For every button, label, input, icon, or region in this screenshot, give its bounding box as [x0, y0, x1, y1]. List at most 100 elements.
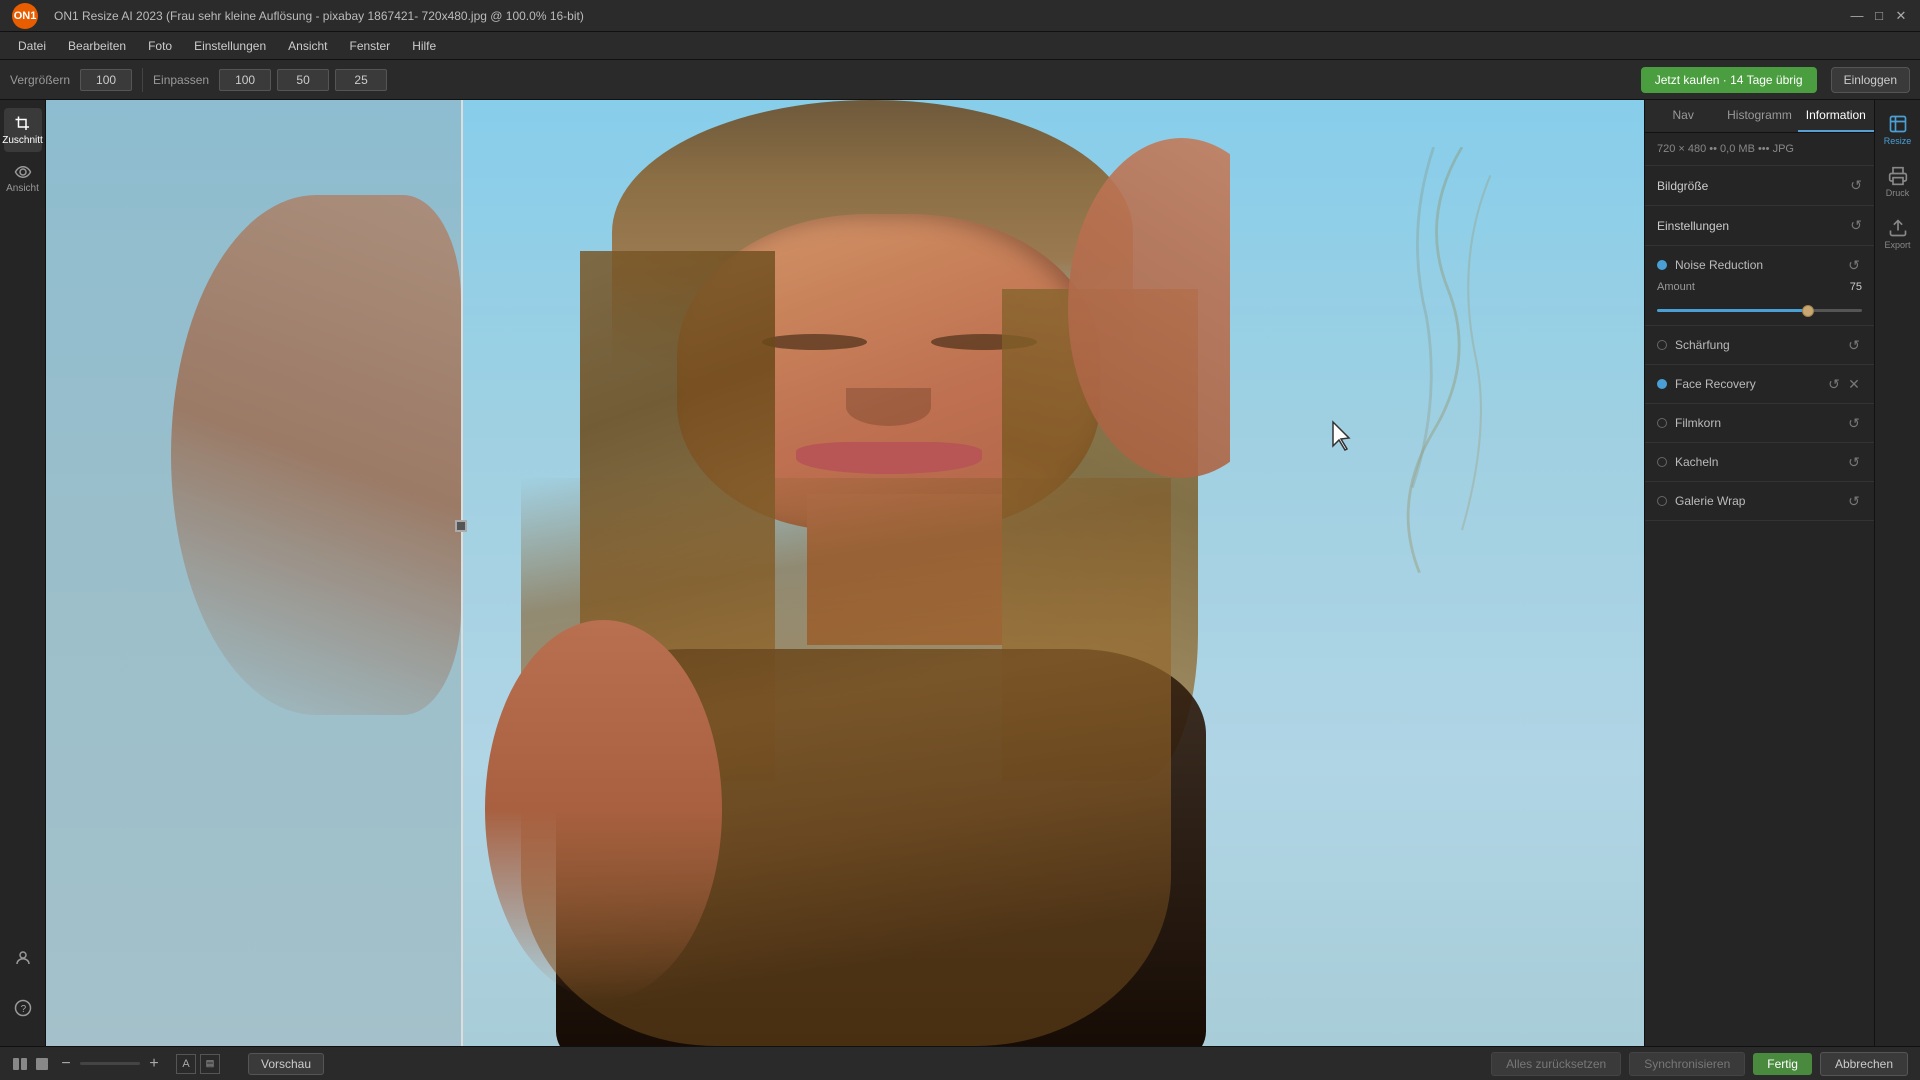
help-icon: ? — [14, 999, 32, 1017]
einpassen-label: Einpassen — [153, 73, 209, 87]
window-controls: — □ ✕ — [1850, 9, 1908, 23]
panel-tabs: Nav Histogramm Information — [1645, 100, 1874, 133]
split-handle[interactable] — [455, 520, 467, 532]
filter-row-noise: Noise Reduction ↺ — [1657, 252, 1862, 278]
face-actions: ↺ ✕ — [1826, 376, 1862, 392]
amount-row: Amount 75 — [1657, 278, 1862, 296]
login-button[interactable]: Einloggen — [1831, 67, 1910, 93]
einstellungen-reset[interactable]: ↺ — [1850, 217, 1862, 234]
noise-label: Noise Reduction — [1675, 258, 1838, 272]
filmkorn-label: Filmkorn — [1675, 416, 1838, 430]
text-icon[interactable]: A — [176, 1054, 196, 1074]
preview-button[interactable]: Vorschau — [248, 1053, 324, 1075]
galerie-label: Galerie Wrap — [1675, 494, 1838, 508]
tool-ansicht[interactable]: Ansicht — [4, 156, 42, 200]
vergrossern-input[interactable] — [80, 69, 132, 91]
filter-row-filmkorn: Filmkorn ↺ — [1657, 410, 1862, 436]
right-tool-export[interactable]: Export — [1879, 212, 1917, 256]
svg-text:?: ? — [20, 1004, 26, 1015]
slider-container — [1657, 296, 1862, 319]
toolbar-value3[interactable] — [335, 69, 387, 91]
alles-zurucksetzen-button[interactable]: Alles zurücksetzen — [1491, 1052, 1621, 1076]
einstellungen-title: Einstellungen — [1657, 219, 1729, 233]
menu-datei[interactable]: Datei — [8, 36, 56, 56]
tab-nav[interactable]: Nav — [1645, 100, 1721, 132]
right-tool-resize[interactable]: Resize — [1879, 108, 1917, 152]
zoom-indicator: − + — [56, 1055, 164, 1073]
tool-zuschnitt[interactable]: Zuschnitt — [4, 108, 42, 152]
section-face-recovery: Face Recovery ↺ ✕ — [1645, 365, 1874, 404]
help-icon-btn[interactable]: ? — [4, 986, 42, 1030]
scharfung-dot[interactable] — [1657, 340, 1667, 350]
canvas-area[interactable] — [46, 100, 1644, 1046]
main-layout: Zuschnitt Ansicht ? — [0, 100, 1920, 1046]
image-info: 720 × 480 •• 0,0 MB ••• JPG — [1645, 133, 1874, 166]
right-tool-druck[interactable]: Druck — [1879, 160, 1917, 204]
galerie-reset-btn[interactable]: ↺ — [1846, 493, 1862, 509]
nose — [846, 388, 931, 426]
close-button[interactable]: ✕ — [1894, 9, 1908, 23]
menu-einstellungen[interactable]: Einstellungen — [184, 36, 276, 56]
menu-bar: Datei Bearbeiten Foto Einstellungen Ansi… — [0, 32, 1920, 60]
section-filmkorn: Filmkorn ↺ — [1645, 404, 1874, 443]
bottom-right: Alles zurücksetzen Synchronisieren Ferti… — [1491, 1052, 1908, 1076]
section-scharfung: Schärfung ↺ — [1645, 326, 1874, 365]
title-bar: ON1 ON1 Resize AI 2023 (Frau sehr kleine… — [0, 0, 1920, 32]
menu-ansicht[interactable]: Ansicht — [278, 36, 337, 56]
toolbar-value2[interactable] — [277, 69, 329, 91]
menu-bearbeiten[interactable]: Bearbeiten — [58, 36, 136, 56]
section-kacheln: Kacheln ↺ — [1645, 443, 1874, 482]
minimize-button[interactable]: — — [1850, 9, 1864, 23]
section-galerie-wrap: Galerie Wrap ↺ — [1645, 482, 1874, 521]
abbrechen-button[interactable]: Abbrechen — [1820, 1052, 1908, 1076]
right-panel: Nav Histogramm Information 720 × 480 •• … — [1644, 100, 1874, 1046]
zoom-minus[interactable]: − — [56, 1055, 76, 1073]
filmkorn-dot[interactable] — [1657, 418, 1667, 428]
window-title: ON1 Resize AI 2023 (Frau sehr kleine Auf… — [54, 9, 584, 23]
synchronisieren-button[interactable]: Synchronisieren — [1629, 1052, 1745, 1076]
fertig-button[interactable]: Fertig — [1753, 1053, 1812, 1075]
menu-fenster[interactable]: Fenster — [340, 36, 401, 56]
galerie-actions: ↺ — [1846, 493, 1862, 509]
kacheln-reset-btn[interactable]: ↺ — [1846, 454, 1862, 470]
bildgrosse-reset[interactable]: ↺ — [1850, 177, 1862, 194]
split-view-svg — [12, 1056, 28, 1072]
split-divider[interactable] — [461, 100, 463, 1046]
bottom-center: Vorschau — [248, 1053, 324, 1075]
image-dimensions: 720 × 480 •• 0,0 MB ••• JPG — [1657, 143, 1794, 155]
bildgrosse-title: Bildgröße — [1657, 179, 1708, 193]
kacheln-dot[interactable] — [1657, 457, 1667, 467]
tab-histogramm[interactable]: Histogramm — [1721, 100, 1797, 132]
face-reset-btn[interactable]: ↺ — [1826, 376, 1842, 392]
einpassen-input[interactable] — [219, 69, 271, 91]
einstellungen-header[interactable]: Einstellungen ↺ — [1657, 212, 1862, 239]
zoom-plus[interactable]: + — [144, 1055, 164, 1073]
bildgrosse-header[interactable]: Bildgröße ↺ — [1657, 172, 1862, 199]
menu-hilfe[interactable]: Hilfe — [402, 36, 446, 56]
filmkorn-reset-btn[interactable]: ↺ — [1846, 415, 1862, 431]
galerie-dot[interactable] — [1657, 496, 1667, 506]
buy-button[interactable]: Jetzt kaufen · 14 Tage übrig — [1641, 67, 1817, 93]
right-icons-panel: Resize Druck Export — [1874, 100, 1920, 1046]
mask-icon[interactable]: ▤ — [200, 1054, 220, 1074]
tab-information[interactable]: Information — [1798, 100, 1874, 132]
user-icon-btn[interactable] — [4, 936, 42, 980]
eye-left — [762, 334, 868, 350]
noise-reset-btn[interactable]: ↺ — [1846, 257, 1862, 273]
scharfung-reset-btn[interactable]: ↺ — [1846, 337, 1862, 353]
view-single-icon[interactable] — [34, 1056, 50, 1072]
text-mask-icons: A ▤ — [176, 1054, 220, 1074]
amount-label: Amount — [1657, 281, 1695, 293]
view-split-icon[interactable] — [12, 1056, 28, 1072]
noise-dot[interactable] — [1657, 260, 1667, 270]
menu-foto[interactable]: Foto — [138, 36, 182, 56]
amount-slider[interactable] — [1657, 309, 1862, 312]
face-close-btn[interactable]: ✕ — [1846, 376, 1862, 392]
face-dot[interactable] — [1657, 379, 1667, 389]
zoom-bar — [80, 1062, 140, 1065]
scharfung-label: Schärfung — [1675, 338, 1838, 352]
maximize-button[interactable]: □ — [1872, 9, 1886, 23]
filter-row-face: Face Recovery ↺ ✕ — [1657, 371, 1862, 397]
export-label: Export — [1884, 240, 1910, 250]
vergrossern-label: Vergrößern — [10, 73, 70, 87]
